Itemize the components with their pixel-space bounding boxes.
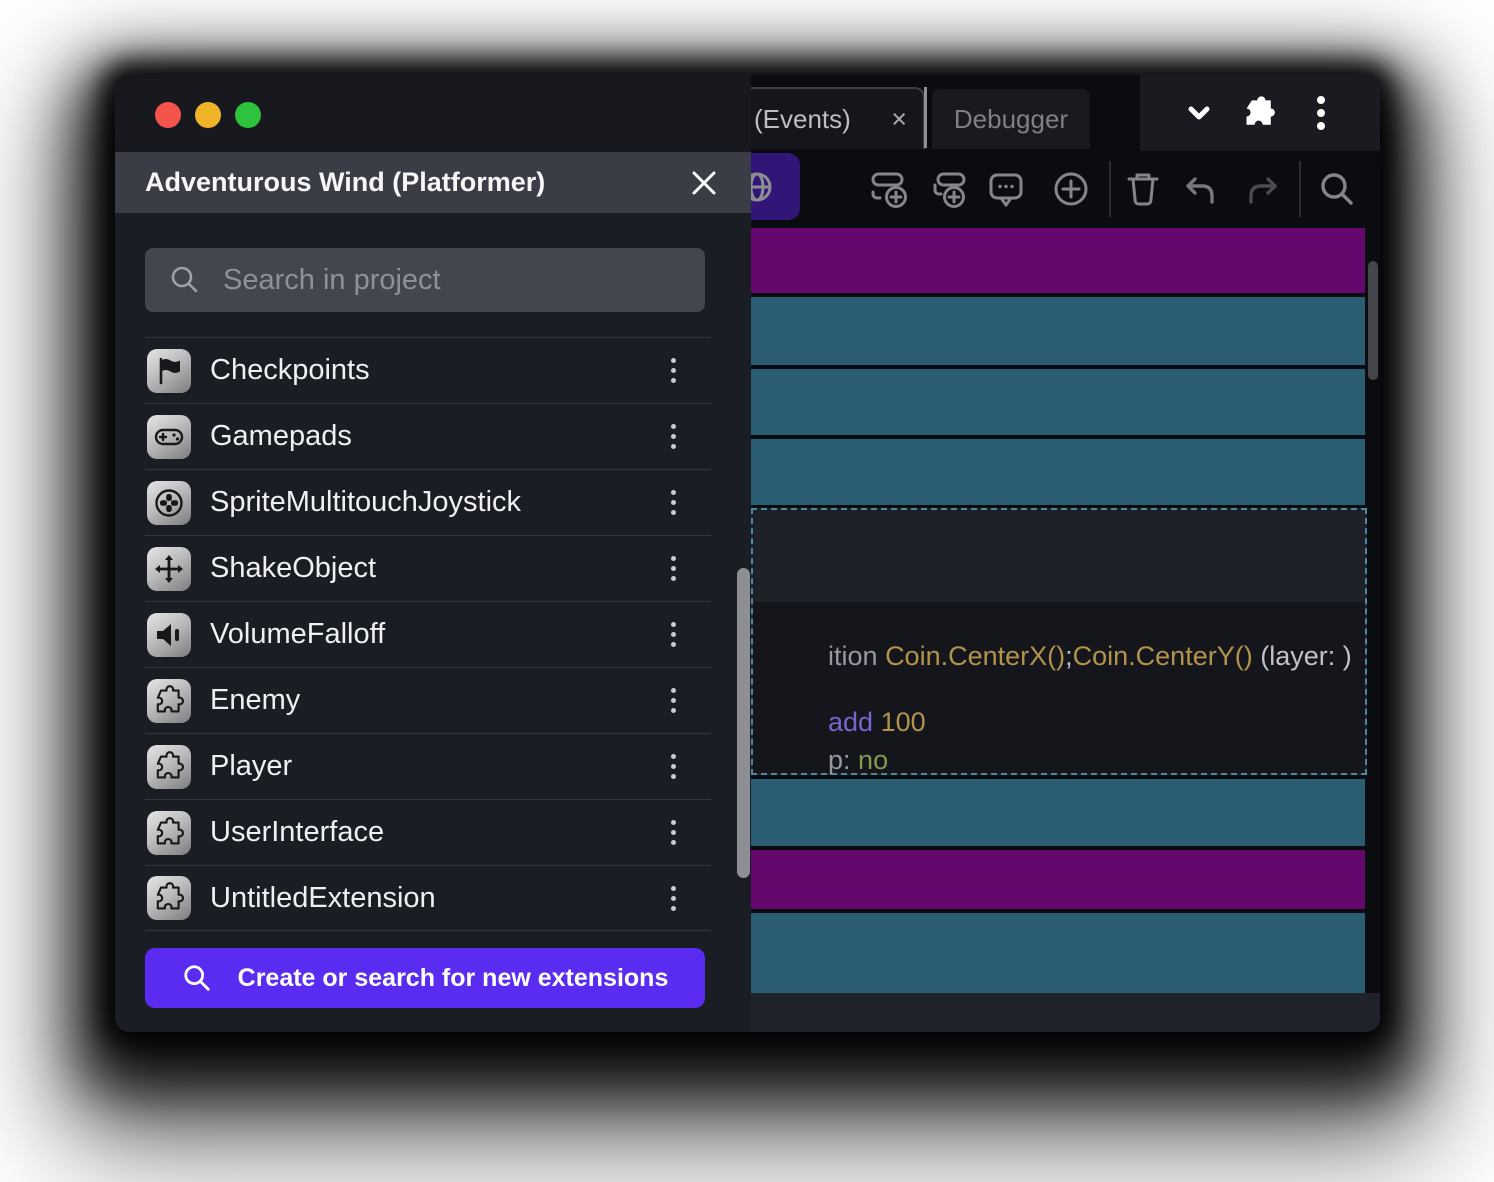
list-item-checkpoints[interactable]: Checkpoints <box>145 337 711 403</box>
window-top-right-panel <box>1140 75 1380 151</box>
puzzle-icon <box>147 876 191 920</box>
item-menu-icon[interactable] <box>671 886 676 911</box>
panel-scrollbar[interactable] <box>737 568 750 878</box>
events-background <box>751 993 1380 1032</box>
undo-icon[interactable] <box>1179 168 1221 210</box>
list-item-untitledextension[interactable]: UntitledExtension <box>145 865 711 931</box>
item-menu-icon[interactable] <box>671 754 676 779</box>
selected-event-block[interactable]: ition Coin.CenterX();Coin.CenterY() (lay… <box>751 508 1367 775</box>
extensions-puzzle-icon[interactable] <box>1238 91 1282 135</box>
event-row[interactable] <box>751 850 1365 909</box>
extension-list: Checkpoints Gamepads SpriteMultitouchJoy… <box>145 337 711 931</box>
list-item-gamepads[interactable]: Gamepads <box>145 403 711 469</box>
puzzle-icon <box>147 679 191 723</box>
joystick-icon <box>147 481 191 525</box>
tab-close-icon[interactable]: × <box>891 106 907 133</box>
item-menu-icon[interactable] <box>671 424 676 449</box>
item-menu-icon[interactable] <box>671 622 676 647</box>
item-menu-icon[interactable] <box>671 556 676 581</box>
item-menu-icon[interactable] <box>671 688 676 713</box>
traffic-light-close[interactable] <box>155 102 181 128</box>
event-row[interactable] <box>751 369 1365 435</box>
more-vertical-icon[interactable] <box>1299 91 1343 135</box>
item-menu-icon[interactable] <box>671 358 676 383</box>
traffic-light-minimize[interactable] <box>195 102 221 128</box>
create-extension-button[interactable]: Create or search for new extensions <box>145 948 705 1008</box>
project-manager-panel: Adventurous Wind (Platformer) Checkpoint… <box>115 75 751 1032</box>
chevron-down-icon[interactable] <box>1177 91 1221 135</box>
list-item-spritemultitouchjoystick[interactable]: SpriteMultitouchJoystick <box>145 469 711 535</box>
selected-event-actions: ition Coin.CenterX();Coin.CenterY() (lay… <box>753 602 1365 773</box>
flag-icon <box>147 349 191 393</box>
toolbar-divider <box>1109 161 1111 217</box>
search-icon <box>169 264 201 296</box>
search-input[interactable] <box>223 264 643 297</box>
puzzle-icon <box>147 811 191 855</box>
event-row[interactable] <box>751 439 1365 505</box>
add-subevent-icon[interactable] <box>929 168 971 210</box>
toolbar-divider <box>1299 161 1301 217</box>
gamepad-icon <box>147 415 191 459</box>
search-box[interactable] <box>145 248 705 312</box>
event-row[interactable] <box>751 297 1365 365</box>
item-menu-icon[interactable] <box>671 490 676 515</box>
event-row[interactable] <box>751 913 1365 993</box>
add-comment-icon[interactable] <box>985 168 1027 210</box>
search-icon <box>182 963 212 993</box>
screenshot-stage: (Events) × Debugger <box>0 0 1494 1182</box>
project-manager-header: Adventurous Wind (Platformer) <box>115 152 751 213</box>
close-panel-icon[interactable] <box>687 166 721 200</box>
add-circle-icon[interactable] <box>1050 168 1092 210</box>
list-item-userinterface[interactable]: UserInterface <box>145 799 711 865</box>
toolbar-search-icon[interactable] <box>1316 168 1358 210</box>
item-menu-icon[interactable] <box>671 820 676 845</box>
event-row[interactable] <box>751 779 1365 846</box>
list-item-volumefalloff[interactable]: VolumeFalloff <box>145 601 711 667</box>
puzzle-icon <box>147 745 191 789</box>
tab-debugger[interactable]: Debugger <box>932 89 1090 149</box>
project-title: Adventurous Wind (Platformer) <box>115 167 545 198</box>
list-item-player[interactable]: Player <box>145 733 711 799</box>
event-row[interactable] <box>751 228 1365 293</box>
speaker-icon <box>147 613 191 657</box>
redo-icon[interactable] <box>1242 168 1284 210</box>
add-event-icon[interactable] <box>869 168 911 210</box>
traffic-light-zoom[interactable] <box>235 102 261 128</box>
tab-separator <box>924 87 927 148</box>
window-titlebar <box>115 75 751 152</box>
list-item-enemy[interactable]: Enemy <box>145 667 711 733</box>
events-scrollbar[interactable] <box>1368 261 1378 380</box>
delete-icon[interactable] <box>1122 168 1164 210</box>
move-arrows-icon <box>147 547 191 591</box>
list-item-shakeobject[interactable]: ShakeObject <box>145 535 711 601</box>
